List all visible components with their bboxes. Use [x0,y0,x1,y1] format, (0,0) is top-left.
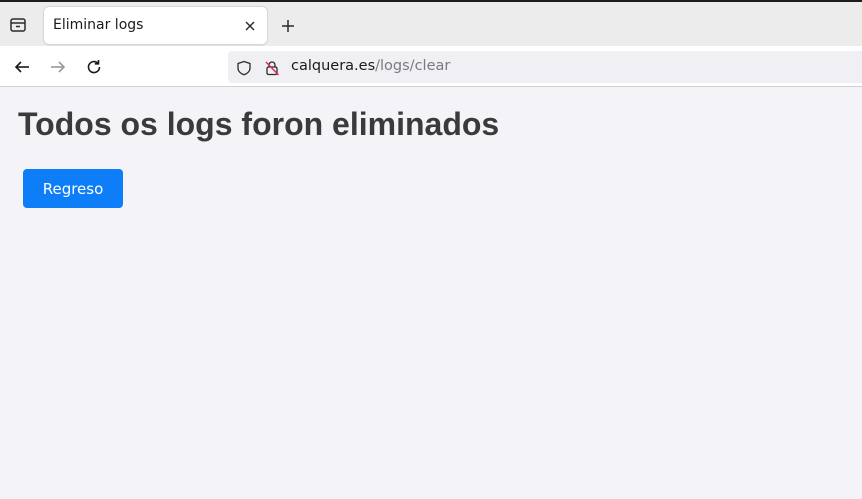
reload-icon [87,60,101,74]
address-bar[interactable]: calquera.es/logs/clear [228,51,862,83]
shield-icon [237,60,251,76]
tracking-protection-button[interactable] [235,59,253,77]
arrow-right-icon [51,61,66,73]
tab-active[interactable]: Eliminar logs [44,7,267,44]
reload-button[interactable] [81,54,107,80]
arrow-left-icon [14,61,29,73]
browser-tab-bar: Eliminar logs [0,0,862,46]
url-host: calquera.es [291,58,376,74]
tab-list-icon [10,18,26,32]
browser-nav-bar: calquera.es/logs/clear [0,46,862,87]
close-icon [245,21,255,31]
forward-nav-button[interactable] [45,54,71,80]
page-content: Todos os logs foron eliminados Regreso [0,87,862,499]
tab-title: Eliminar logs [53,17,144,33]
tab-list-button[interactable] [6,13,30,37]
url-path: /logs/clear [375,58,451,74]
tab-close-button[interactable] [241,17,259,35]
url-text: calquera.es/logs/clear [291,58,450,74]
back-button[interactable]: Regreso [23,169,123,208]
page-title: Todos os logs foron eliminados [18,106,500,142]
new-tab-button[interactable] [276,14,300,38]
plus-icon [282,20,294,32]
back-nav-button[interactable] [9,54,35,80]
site-security-button[interactable] [263,59,281,77]
insecure-lock-icon [265,61,280,76]
